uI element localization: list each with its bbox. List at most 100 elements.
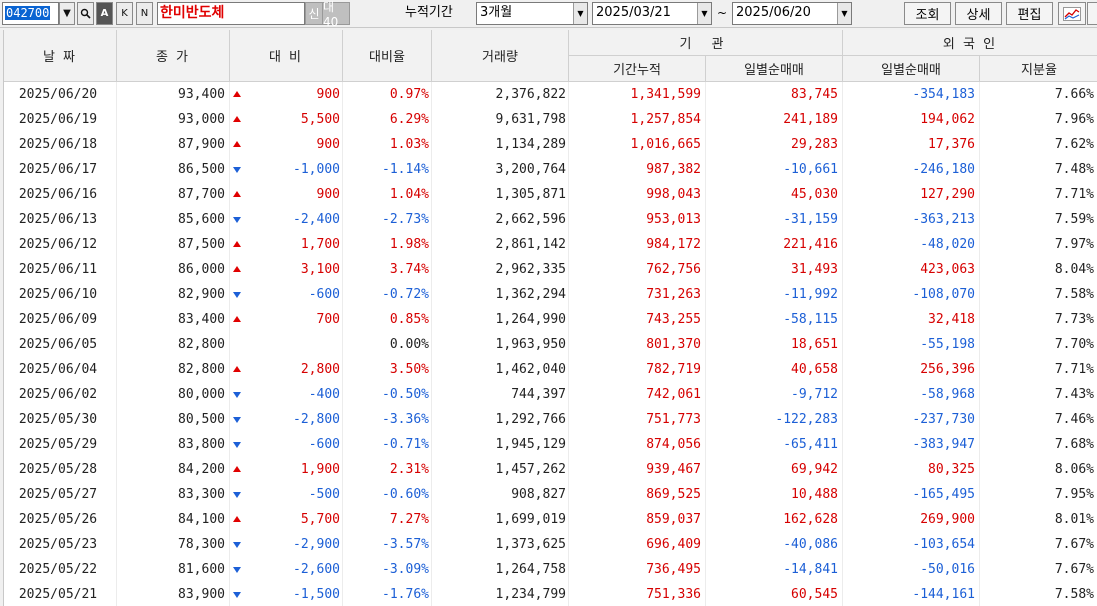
table-row[interactable]: 2025/06/02 80,000 -400 -0.50% 744,397 742,061… (4, 382, 1097, 407)
toolbar: 042700 ▼ A K N 한미반도체 신 대40 누적기간 3개월 ▼ 20… (0, 0, 1097, 29)
table-row[interactable]: 2025/06/17 86,500 -1,000 -1.14% 3,200,764 987… (4, 157, 1097, 182)
cell-volume: 1,462,040 (432, 357, 569, 382)
cell-date: 2025/06/19 (4, 107, 117, 132)
table-row[interactable]: 2025/06/12 87,500 1,700 1.98% 2,861,142 984,1… (4, 232, 1097, 257)
cell-inst-daily: -65,411 (706, 432, 843, 457)
table-row[interactable]: 2025/06/13 85,600 -2,400 -2.73% 2,662,596 953… (4, 207, 1097, 232)
col-header-close[interactable]: 종 가 (117, 30, 230, 82)
cell-diff (230, 332, 343, 357)
cell-rate: -3.36% (343, 407, 432, 432)
table-row[interactable]: 2025/05/26 84,100 5,700 7.27% 1,699,019 859,0… (4, 507, 1097, 532)
cell-inst-cumulative: 987,382 (569, 157, 706, 182)
cell-date: 2025/06/02 (4, 382, 117, 407)
chart-button[interactable] (1058, 2, 1086, 25)
table-row[interactable]: 2025/05/21 83,900 -1,500 -1.76% 1,234,799 751… (4, 582, 1097, 606)
table-row[interactable]: 2025/05/30 80,500 -2,800 -3.36% 1,292,766 751… (4, 407, 1097, 432)
detail-button[interactable]: 상세 (955, 2, 1002, 25)
cell-diff: -600 (230, 432, 343, 457)
table-row[interactable]: 2025/06/16 87,700 900 1.04% 1,305,871 998,043… (4, 182, 1097, 207)
col-header-inst-cumulative[interactable]: 기간누적 (569, 56, 706, 82)
cell-diff: 2,800 (230, 357, 343, 382)
table-row[interactable]: 2025/06/18 87,900 900 1.03% 1,134,289 1,016,6… (4, 132, 1097, 157)
col-header-foreign-share[interactable]: 지분율 (980, 56, 1097, 82)
col-header-date[interactable]: 날 짜 (4, 30, 117, 82)
cell-foreign-share: 7.95% (1054, 487, 1094, 502)
more-button[interactable] (1087, 2, 1097, 25)
table-row[interactable]: 2025/05/23 78,300 -2,900 -3.57% 1,373,625 696… (4, 532, 1097, 557)
cell-inst-daily: -9,712 (706, 382, 843, 407)
start-date-picker[interactable]: 2025/03/21 ▼ (592, 2, 712, 25)
table-row[interactable]: 2025/06/19 93,000 5,500 6.29% 9,631,798 1,257… (4, 107, 1097, 132)
col-header-volume[interactable]: 거래량 (432, 30, 569, 82)
cell-foreign-daily: 17,376 (843, 132, 980, 157)
table-row[interactable]: 2025/06/09 83,400 700 0.85% 1,264,990 743,255… (4, 307, 1097, 332)
cell-inst-daily: -14,841 (706, 557, 843, 582)
cell-inst-daily: 18,651 (706, 332, 843, 357)
cell-date: 2025/05/29 (4, 432, 117, 457)
new-button[interactable]: 신 (305, 2, 323, 25)
table-row[interactable]: 2025/06/20 93,400 900 0.97% 2,376,822 1,341,5… (4, 82, 1097, 107)
cell-volume: 1,305,871 (432, 182, 569, 207)
cell-close: 83,400 (117, 307, 230, 332)
cell-foreign-share: 7.97% (1054, 237, 1094, 252)
cell-foreign-daily: -246,180 (843, 157, 980, 182)
cell-diff: 3,100 (230, 257, 343, 282)
cell-inst-daily: -10,661 (706, 157, 843, 182)
col-header-inst-daily[interactable]: 일별순매매 (706, 56, 843, 82)
cell-date: 2025/06/12 (4, 232, 117, 257)
col-header-diff[interactable]: 대 비 (230, 30, 343, 82)
cell-inst-cumulative: 782,719 (569, 357, 706, 382)
table-row[interactable]: 2025/06/10 82,900 -600 -0.72% 1,362,294 731,2… (4, 282, 1097, 307)
cell-foreign-daily: 256,396 (843, 357, 980, 382)
stock-name-display: 한미반도체 (157, 2, 305, 25)
code-dropdown-button[interactable]: ▼ (59, 2, 75, 25)
cell-inst-cumulative: 736,495 (569, 557, 706, 582)
cell-foreign-daily: -383,947 (843, 432, 980, 457)
cell-volume: 908,827 (432, 482, 569, 507)
cell-inst-cumulative: 874,056 (569, 432, 706, 457)
table-row[interactable]: 2025/06/04 82,800 2,800 3.50% 1,462,040 782,7… (4, 357, 1097, 382)
cell-inst-daily: 83,745 (706, 82, 843, 107)
cell-close: 80,500 (117, 407, 230, 432)
cell-volume: 1,457,262 (432, 457, 569, 482)
cell-inst-daily: -40,086 (706, 532, 843, 557)
query-button[interactable]: 조회 (904, 2, 951, 25)
table-row[interactable]: 2025/05/29 83,800 -600 -0.71% 1,945,129 874,0… (4, 432, 1097, 457)
stock-code-input[interactable]: 042700 (2, 2, 59, 25)
edit-button[interactable]: 편집 (1006, 2, 1053, 25)
cell-inst-daily: 241,189 (706, 107, 843, 132)
cell-foreign-share: 7.59% (1054, 212, 1094, 227)
cell-diff: -2,800 (230, 407, 343, 432)
cell-rate: 6.29% (343, 107, 432, 132)
cell-foreign-share: 7.70% (1054, 337, 1094, 352)
cell-diff: 900 (230, 82, 343, 107)
cell-date: 2025/06/20 (4, 82, 117, 107)
cell-inst-cumulative: 743,255 (569, 307, 706, 332)
table-row[interactable]: 2025/05/28 84,200 1,900 2.31% 1,457,262 939,4… (4, 457, 1097, 482)
cell-diff: 900 (230, 132, 343, 157)
col-header-foreign-daily[interactable]: 일별순매매 (843, 56, 980, 82)
cell-inst-daily: -58,115 (706, 307, 843, 332)
table-row[interactable]: 2025/06/05 82,800 0.00% 1,963,950 801,370 18,… (4, 332, 1097, 357)
stock-type-a-button[interactable]: A (96, 2, 113, 25)
search-button[interactable] (77, 2, 94, 25)
cell-rate: 0.97% (343, 82, 432, 107)
cell-volume: 2,376,822 (432, 82, 569, 107)
stock-type-n-button[interactable]: N (136, 2, 153, 25)
table-row[interactable]: 2025/05/27 83,300 -500 -0.60% 908,827 869,525… (4, 482, 1097, 507)
cell-diff: -1,500 (230, 582, 343, 606)
period-select[interactable]: 3개월 ▼ (476, 2, 588, 25)
stock-type-k-button[interactable]: K (116, 2, 133, 25)
end-date-picker[interactable]: 2025/06/20 ▼ (732, 2, 852, 25)
table-row[interactable]: 2025/05/22 81,600 -2,600 -3.09% 1,264,758 736… (4, 557, 1097, 582)
cell-volume: 3,200,764 (432, 157, 569, 182)
col-header-rate[interactable]: 대비율 (343, 30, 432, 82)
cell-date: 2025/05/22 (4, 557, 117, 582)
cell-date: 2025/05/23 (4, 532, 117, 557)
cell-foreign-daily: 127,290 (843, 182, 980, 207)
cell-rate: 1.04% (343, 182, 432, 207)
investor-trend-table: 날 짜 종 가 대 비 대비율 거래량 기 관 기간누적 일별순매매 외 국 인… (3, 30, 1097, 606)
cell-close: 83,300 (117, 482, 230, 507)
dae-button[interactable]: 대40 (322, 0, 350, 29)
table-row[interactable]: 2025/06/11 86,000 3,100 3.74% 2,962,335 762,7… (4, 257, 1097, 282)
